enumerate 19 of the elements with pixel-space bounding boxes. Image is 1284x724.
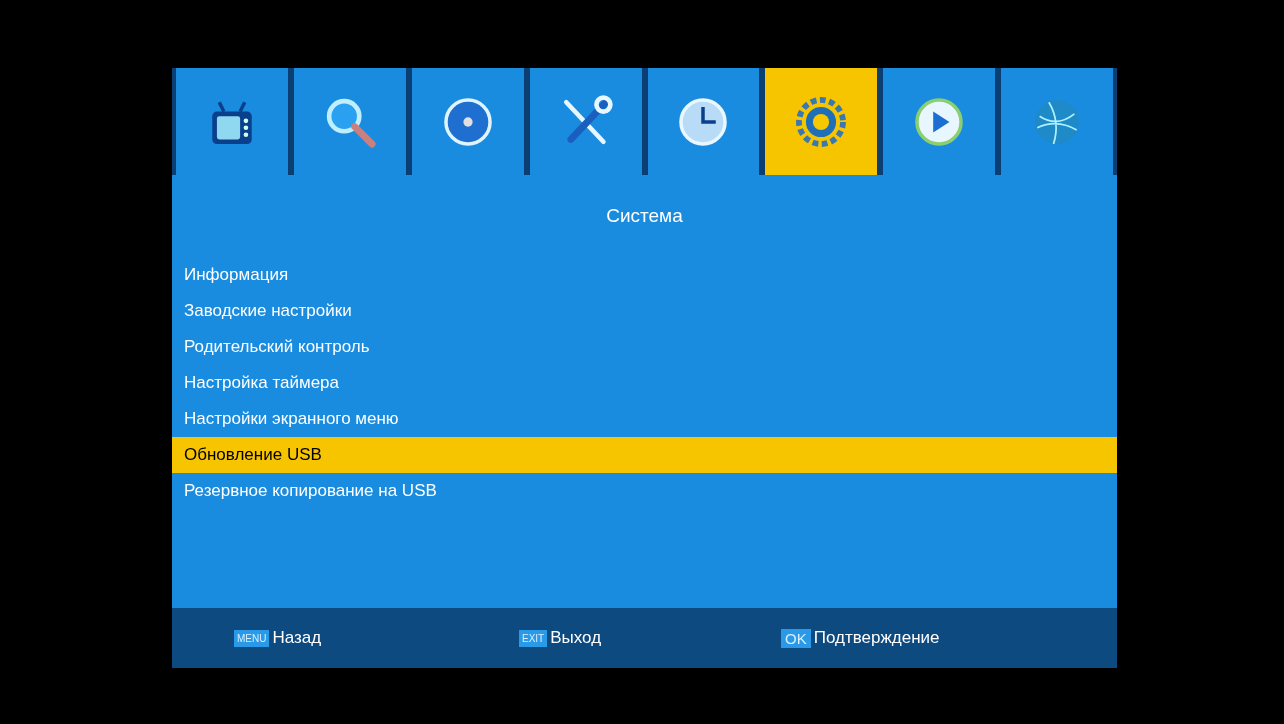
menu-tab[interactable]: [411, 68, 524, 175]
menu-tab[interactable]: [883, 68, 996, 175]
menu-tab[interactable]: [529, 68, 642, 175]
menu-item[interactable]: Резервное копирование на USB: [172, 473, 1117, 509]
menu-tab[interactable]: [647, 68, 760, 175]
menu-item[interactable]: Заводские настройки: [172, 293, 1117, 329]
menu-item[interactable]: Настройка таймера: [172, 365, 1117, 401]
menu-item[interactable]: Обновление USB: [172, 437, 1117, 473]
remote-key-badge: MENU: [234, 629, 270, 647]
remote-key-badge: OK: [781, 628, 811, 648]
menu-tab[interactable]: [176, 68, 288, 175]
remote-key-badge: EXIT: [519, 629, 548, 647]
menu-item[interactable]: Родительский контроль: [172, 329, 1117, 365]
menu-item[interactable]: Настройки экранного меню: [172, 401, 1117, 437]
hint-label: Выход: [550, 628, 602, 648]
hint-label: Назад: [272, 628, 322, 648]
menu-item[interactable]: Информация: [172, 257, 1117, 293]
hint-label: Подтверждение: [813, 628, 940, 648]
menu-title: Система: [605, 205, 684, 227]
